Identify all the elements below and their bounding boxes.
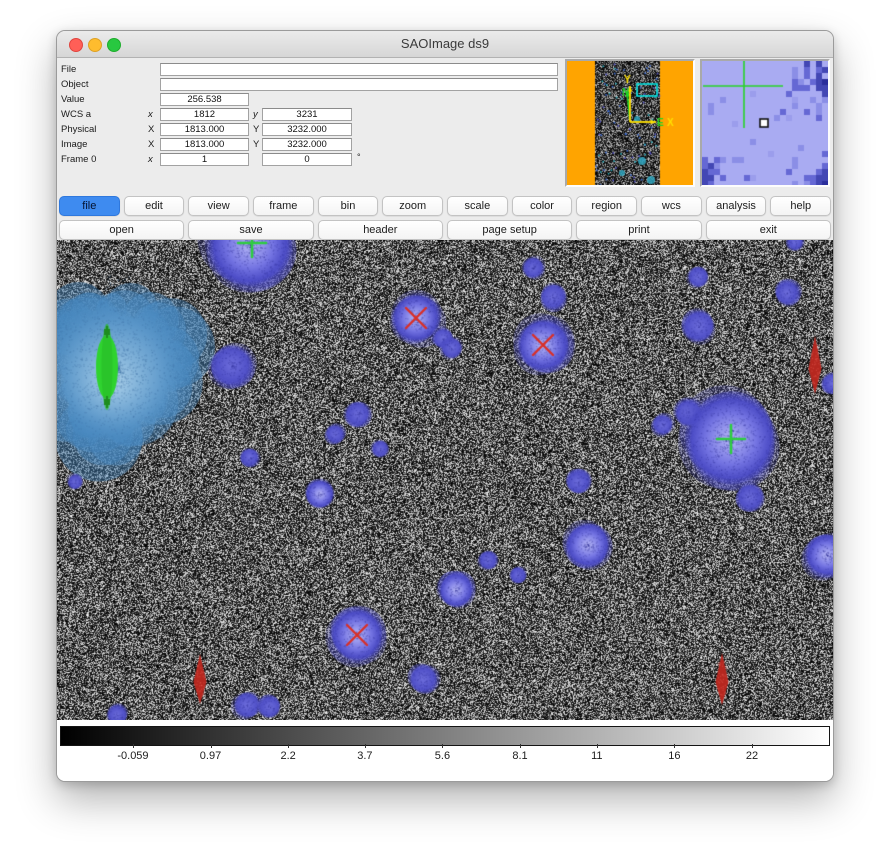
panner-panel: [565, 59, 695, 187]
colorbar-section: -0.059 0.97 2.2 3.7 5.6 8.1 11 16 22: [57, 720, 833, 782]
panner-canvas[interactable]: [567, 61, 693, 185]
print-button[interactable]: print: [576, 220, 701, 240]
colorbar-tick: [674, 744, 675, 748]
colorbar-tick-label: 11: [591, 750, 602, 762]
colorbar-tick: [288, 744, 289, 748]
value-label: Value: [61, 94, 85, 105]
colorbar-tick: [597, 744, 598, 748]
colorbar-tick-label: 8.1: [512, 750, 527, 762]
colorbar-tick: [520, 744, 521, 748]
physical-x-label: X: [148, 124, 154, 135]
image-x-field[interactable]: 1813.000: [160, 138, 249, 151]
file-label: File: [61, 64, 76, 75]
colorbar-tick-label: 0.97: [200, 750, 221, 762]
colorbar-tick: [211, 744, 212, 748]
info-row-value: Value 256.538: [57, 92, 567, 107]
image-x-label: X: [148, 139, 154, 150]
menu-scale[interactable]: scale: [447, 196, 508, 216]
menu-analysis[interactable]: analysis: [706, 196, 767, 216]
menu-bin[interactable]: bin: [318, 196, 379, 216]
ds9-window: SAOImage ds9 File Object Value 256.538 W…: [56, 30, 834, 782]
frame-zoom-field[interactable]: 1: [160, 153, 249, 166]
colorbar-tick-label: 3.7: [357, 750, 372, 762]
wcs-y-field[interactable]: 3231: [262, 108, 352, 121]
image-label: Image: [61, 139, 87, 150]
menu-file[interactable]: file: [59, 196, 120, 216]
image-y-field[interactable]: 3232.000: [262, 138, 352, 151]
info-row-wcs: WCS a x 1812 y 3231: [57, 107, 567, 122]
info-row-physical: Physical X 1813.000 Y 3232.000: [57, 122, 567, 137]
exit-button[interactable]: exit: [706, 220, 831, 240]
colorbar-tick: [365, 744, 366, 748]
physical-x-field[interactable]: 1813.000: [160, 123, 249, 136]
info-row-file: File: [57, 62, 567, 77]
wcs-x-label: x: [148, 109, 153, 120]
physical-y-field[interactable]: 3232.000: [262, 123, 352, 136]
menu-frame[interactable]: frame: [253, 196, 314, 216]
window-title: SAOImage ds9: [57, 36, 833, 51]
menu-help[interactable]: help: [770, 196, 831, 216]
object-label: Object: [61, 79, 88, 90]
menu-zoom[interactable]: zoom: [382, 196, 443, 216]
colorbar-tick: [752, 744, 753, 748]
degree-symbol: °: [357, 152, 361, 162]
command-row: open save header page setup print exit: [59, 220, 831, 240]
colorbar-tick-label: 5.6: [435, 750, 450, 762]
menu-wcs[interactable]: wcs: [641, 196, 702, 216]
magnifier-panel: [700, 59, 830, 187]
info-row-frame: Frame 0 x 1 0 °: [57, 152, 567, 167]
frame-x-label: x: [148, 154, 153, 165]
page-setup-button[interactable]: page setup: [447, 220, 572, 240]
main-image-canvas[interactable]: [57, 240, 833, 720]
header-button[interactable]: header: [318, 220, 443, 240]
physical-label: Physical: [61, 124, 96, 135]
frame-label: Frame 0: [61, 154, 96, 165]
value-field[interactable]: 256.538: [160, 93, 249, 106]
info-row-object: Object: [57, 77, 567, 92]
magnifier-canvas[interactable]: [702, 61, 828, 185]
menu-color[interactable]: color: [512, 196, 573, 216]
colorbar-tick-label: 2.2: [280, 750, 295, 762]
colorbar-tick-label: -0.059: [117, 750, 148, 762]
menu-view[interactable]: view: [188, 196, 249, 216]
wcs-label: WCS a: [61, 109, 91, 120]
menu-region[interactable]: region: [576, 196, 637, 216]
titlebar[interactable]: SAOImage ds9: [57, 31, 833, 58]
physical-y-label: Y: [253, 124, 259, 135]
colorbar-tick: [133, 744, 134, 748]
image-y-label: Y: [253, 139, 259, 150]
colorbar-tick: [442, 744, 443, 748]
menu-row: file edit view frame bin zoom scale colo…: [59, 196, 831, 216]
menu-section: file edit view frame bin zoom scale colo…: [57, 193, 833, 240]
wcs-y-label: y: [253, 109, 258, 120]
info-row-image: Image X 1813.000 Y 3232.000: [57, 137, 567, 152]
object-field[interactable]: [160, 78, 558, 91]
file-field[interactable]: [160, 63, 558, 76]
frame-rotate-field[interactable]: 0: [262, 153, 352, 166]
colorbar-gradient[interactable]: [60, 726, 830, 746]
open-button[interactable]: open: [59, 220, 184, 240]
colorbar-tick-label: 22: [746, 750, 758, 762]
menu-edit[interactable]: edit: [124, 196, 185, 216]
info-panel: File Object Value 256.538 WCS a x 1812 y…: [57, 58, 833, 193]
wcs-x-field[interactable]: 1812: [160, 108, 249, 121]
colorbar-tick-label: 16: [668, 750, 680, 762]
save-button[interactable]: save: [188, 220, 313, 240]
